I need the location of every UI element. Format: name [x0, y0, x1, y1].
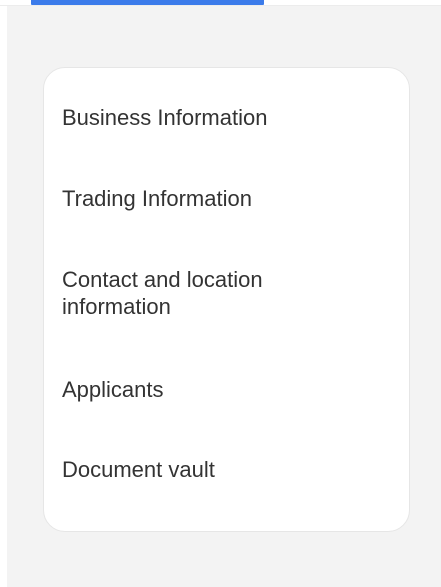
nav-item-contact-and-location-information[interactable]: Contact and location information [62, 266, 362, 320]
nav-item-trading-information[interactable]: Trading Information [62, 185, 362, 212]
nav-item-business-information[interactable]: Business Information [62, 104, 362, 131]
nav-item-document-vault[interactable]: Document vault [62, 456, 362, 483]
nav-item-applicants[interactable]: Applicants [62, 376, 362, 403]
active-tab-indicator [31, 0, 264, 5]
section-navigation-card: Business Information Trading Information… [43, 67, 410, 532]
